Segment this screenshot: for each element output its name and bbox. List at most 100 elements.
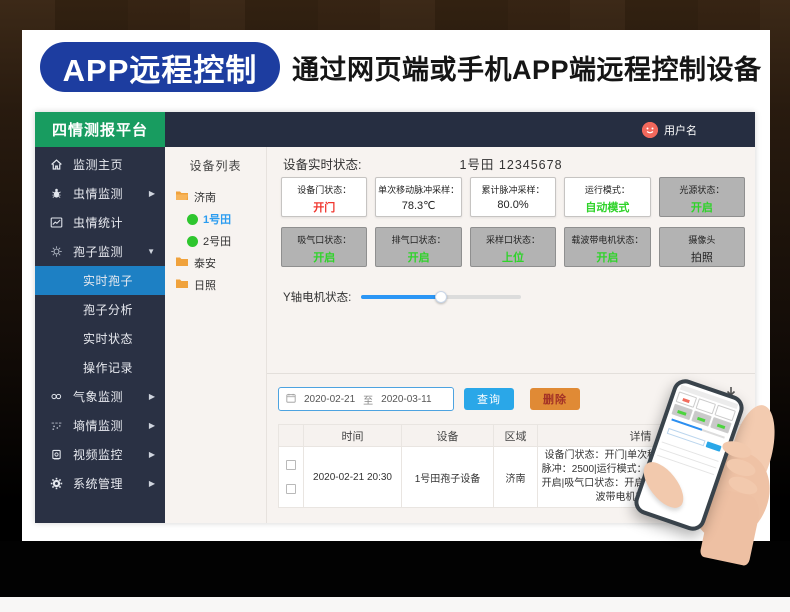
header-region: 区域 (494, 425, 538, 447)
row-checkbox[interactable] (286, 460, 296, 470)
row-checkbox-cell (279, 447, 304, 508)
sidebar-item-label: 虫情监测 (73, 185, 149, 202)
status-cards-row1: 设备门状态： 开门 单次移动脉冲采样： 78.3℃ 累计脉冲采样： 80.0% … (281, 177, 745, 217)
chart-icon (49, 216, 63, 230)
cell-device: 1号田孢子设备 (402, 447, 494, 508)
home-icon (49, 158, 63, 172)
tree-label: 1号田 (203, 211, 231, 227)
tree-folder-taian[interactable]: 泰安 (175, 252, 266, 274)
tree-device-field2[interactable]: 2号田 (175, 230, 266, 252)
search-button[interactable]: 查询 (464, 388, 514, 410)
y-axis-motor-slider[interactable] (361, 295, 521, 299)
user-avatar-icon[interactable] (642, 122, 658, 138)
card-value: 上位 (471, 249, 555, 265)
folder-icon (175, 278, 189, 292)
sidebar-item-system-manage[interactable]: 系统管理 ▶ (35, 469, 165, 498)
card-label: 排气口状态： (376, 233, 460, 246)
tree-folder-jinan[interactable]: 济南 (175, 186, 266, 208)
sampling-port-card[interactable]: 采样口状态： 上位 (470, 227, 556, 267)
sidebar-item-label: 虫情统计 (73, 214, 155, 231)
device-list-title: 设备列表 (165, 157, 266, 174)
slider-handle[interactable] (435, 291, 447, 303)
folder-icon (175, 256, 189, 270)
chevron-right-icon: ▶ (149, 392, 155, 401)
chevron-right-icon: ▶ (149, 479, 155, 488)
card-label: 设备门状态： (282, 183, 366, 196)
chevron-down-icon: ▼ (147, 247, 155, 256)
sidebar-item-soil-monitor[interactable]: 墒情监测 ▶ (35, 411, 165, 440)
banner-badge: APP远程控制 (40, 42, 280, 92)
sidebar: 监测主页 虫情监测 ▶ 虫情统计 孢子监测 ▼ (35, 147, 165, 523)
sidebar-item-insect-stats[interactable]: 虫情统计 (35, 208, 165, 237)
card-value: 自动模式 (565, 199, 649, 215)
device-list-panel: 设备列表 济南 1号田 2号田 (165, 147, 267, 523)
tree-label: 济南 (194, 189, 216, 205)
card-value: 拍照 (660, 249, 744, 265)
intake-status-card[interactable]: 吸气口状态： 开启 (281, 227, 367, 267)
device-tree: 济南 1号田 2号田 泰安 (165, 186, 266, 296)
card-label: 运行模式： (565, 183, 649, 196)
sidebar-item-label: 实时孢子 (49, 272, 155, 289)
video-camera-icon (49, 448, 63, 462)
device-online-dot (187, 236, 198, 247)
cell-region: 济南 (494, 447, 538, 508)
date-range-input[interactable]: 2020-02-21 至 2020-03-11 (278, 387, 454, 411)
total-pulse-card[interactable]: 累计脉冲采样： 80.0% (470, 177, 556, 217)
card-value: 80.0% (471, 199, 555, 211)
gear-icon (49, 477, 63, 491)
sidebar-item-label: 视频监控 (73, 446, 149, 463)
sidebar-item-label: 孢子监测 (73, 243, 147, 260)
card-value: 开启 (282, 249, 366, 265)
header-device: 设备 (402, 425, 494, 447)
date-from: 2020-02-21 (304, 394, 355, 405)
sidebar-item-spore-monitor[interactable]: 孢子监测 ▼ (35, 237, 165, 266)
card-label: 累计脉冲采样： (471, 183, 555, 196)
delete-button[interactable]: 删除 (530, 388, 580, 410)
single-pulse-card[interactable]: 单次移动脉冲采样： 78.3℃ (375, 177, 461, 217)
light-status-card[interactable]: 光源状态： 开启 (659, 177, 745, 217)
door-status-card[interactable]: 设备门状态： 开门 (281, 177, 367, 217)
sidebar-item-label: 孢子分析 (49, 301, 155, 318)
sidebar-item-operation-log[interactable]: 操作记录 (35, 353, 165, 382)
device-id: 1号田 12345678 (459, 154, 562, 173)
card-value: 开启 (565, 249, 649, 265)
exhaust-status-card[interactable]: 排气口状态： 开启 (375, 227, 461, 267)
calendar-icon (286, 393, 296, 406)
camera-capture-card[interactable]: 摄像头 拍照 (659, 227, 745, 267)
sidebar-item-video-monitor[interactable]: 视频监控 ▶ (35, 440, 165, 469)
sidebar-item-home[interactable]: 监测主页 (35, 150, 165, 179)
folder-open-icon (175, 190, 189, 204)
header-time: 时间 (304, 425, 402, 447)
sidebar-item-label: 实时状态 (49, 330, 155, 347)
sidebar-item-spore-analysis[interactable]: 孢子分析 (35, 295, 165, 324)
status-title: 设备实时状态: (283, 154, 361, 173)
slider-fill (361, 295, 441, 299)
chevron-right-icon: ▶ (149, 189, 155, 198)
sidebar-item-weather-monitor[interactable]: 气象监测 ▶ (35, 382, 165, 411)
phone-in-hand-mockup (636, 384, 790, 554)
app-topbar: 四情测报平台 用户名 (35, 112, 755, 147)
user-name[interactable]: 用户名 (664, 122, 697, 138)
sidebar-item-realtime-status[interactable]: 实时状态 (35, 324, 165, 353)
chevron-right-icon: ▶ (149, 421, 155, 430)
card-value: 78.3℃ (376, 199, 460, 212)
soil-icon (49, 419, 63, 433)
carrier-motor-card[interactable]: 载波带电机状态： 开启 (564, 227, 650, 267)
run-mode-card[interactable]: 运行模式： 自动模式 (564, 177, 650, 217)
y-axis-motor-label: Y轴电机状态: (283, 289, 351, 305)
status-cards-row2: 吸气口状态： 开启 排气口状态： 开启 采样口状态： 上位 载波带电机状态： 开… (281, 227, 745, 267)
app-brand: 四情测报平台 (35, 112, 165, 147)
section-divider (267, 373, 755, 374)
date-separator: 至 (363, 392, 373, 407)
card-label: 摄像头 (660, 233, 744, 246)
cell-time: 2020-02-21 20:30 (304, 447, 402, 508)
tree-device-field1[interactable]: 1号田 (175, 208, 266, 230)
sidebar-item-realtime-spore[interactable]: 实时孢子 (35, 266, 165, 295)
row-checkbox[interactable] (286, 484, 296, 494)
bug-icon (49, 187, 63, 201)
tree-folder-rizhao[interactable]: 日照 (175, 274, 266, 296)
card-label: 单次移动脉冲采样： (376, 183, 460, 196)
sidebar-item-insect-monitor[interactable]: 虫情监测 ▶ (35, 179, 165, 208)
sidebar-item-label: 监测主页 (73, 156, 155, 173)
sidebar-item-label: 操作记录 (49, 359, 155, 376)
